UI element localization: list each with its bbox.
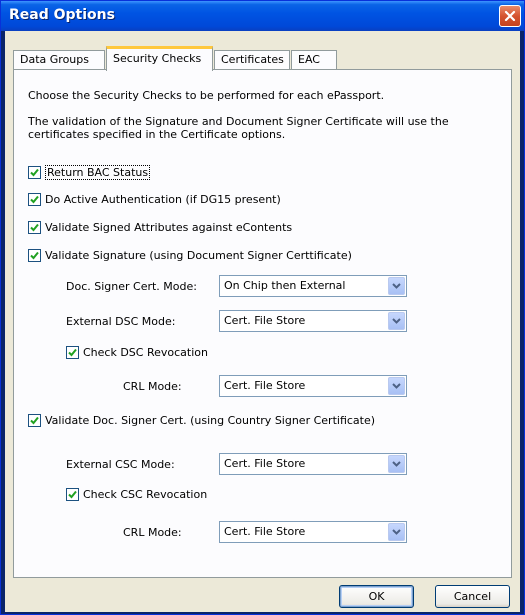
dropdown-button[interactable]: [388, 455, 405, 473]
close-icon: [504, 10, 516, 22]
security-checks-panel: Choose the Security Checks to be perform…: [13, 69, 512, 578]
checkmark-icon: [30, 416, 39, 425]
tab-label: Certificates: [221, 53, 284, 66]
select-value: Cert. File Store: [224, 457, 306, 470]
ok-button[interactable]: OK: [339, 585, 414, 608]
checkbox-label: Check CSC Revocation: [83, 488, 208, 501]
checkmark-icon: [68, 490, 77, 499]
check-dsc-revocation-checkbox[interactable]: Check DSC Revocation: [66, 346, 208, 359]
title-bar[interactable]: Read Options: [1, 1, 524, 31]
tab-label: Data Groups: [20, 53, 89, 66]
dsc-crl-mode-select[interactable]: Cert. File Store: [219, 375, 407, 397]
chevron-down-icon: [392, 461, 401, 467]
checkmark-icon: [30, 195, 39, 204]
checkbox-label: Do Active Authentication (if DG15 presen…: [45, 193, 281, 206]
external-dsc-mode-label: External DSC Mode:: [66, 315, 176, 328]
cancel-button[interactable]: Cancel: [435, 585, 510, 608]
chevron-down-icon: [392, 383, 401, 389]
dropdown-button[interactable]: [388, 277, 405, 295]
csc-crl-mode-label: CRL Mode:: [123, 526, 182, 539]
tab-security-checks[interactable]: Security Checks: [106, 46, 213, 71]
select-value: On Chip then External: [224, 279, 346, 292]
csc-crl-mode-select[interactable]: Cert. File Store: [219, 521, 407, 543]
checkmark-icon: [68, 348, 77, 357]
doc-signer-cert-mode-label: Doc. Signer Cert. Mode:: [66, 280, 197, 293]
checkbox-label: Check DSC Revocation: [83, 346, 208, 359]
checkbox-box[interactable]: [28, 221, 41, 234]
validate-doc-signer-cert-checkbox[interactable]: Validate Doc. Signer Cert. (using Countr…: [28, 414, 375, 427]
external-dsc-mode-select[interactable]: Cert. File Store: [219, 310, 407, 332]
checkbox-label: Return BAC Status: [45, 165, 151, 180]
window-title: Read Options: [9, 7, 115, 23]
external-csc-mode-select[interactable]: Cert. File Store: [219, 453, 407, 475]
dropdown-button[interactable]: [388, 377, 405, 395]
checkmark-icon: [30, 168, 39, 177]
checkmark-icon: [30, 251, 39, 260]
external-csc-mode-label: External CSC Mode:: [66, 458, 175, 471]
checkmark-icon: [30, 223, 39, 232]
checkbox-box[interactable]: [28, 193, 41, 206]
dropdown-button[interactable]: [388, 312, 405, 330]
checkbox-box[interactable]: [28, 249, 41, 262]
tab-label: Security Checks: [113, 52, 202, 65]
validate-signed-attributes-checkbox[interactable]: Validate Signed Attributes against eCont…: [28, 221, 292, 234]
doc-signer-cert-mode-select[interactable]: On Chip then External: [219, 275, 407, 297]
checkbox-box[interactable]: [28, 166, 41, 179]
tab-certificates[interactable]: Certificates: [214, 50, 290, 70]
active-authentication-checkbox[interactable]: Do Active Authentication (if DG15 presen…: [28, 193, 281, 206]
return-bac-status-checkbox[interactable]: Return BAC Status: [28, 165, 151, 180]
dialog-client-area: Data Groups Security Checks Certificates…: [5, 31, 520, 612]
tab-label: EAC: [298, 53, 320, 66]
checkbox-box[interactable]: [28, 414, 41, 427]
checkbox-label: Validate Signature (using Document Signe…: [45, 249, 352, 262]
intro-note-line1: The validation of the Signature and Docu…: [28, 115, 449, 128]
select-value: Cert. File Store: [224, 525, 306, 538]
select-value: Cert. File Store: [224, 379, 306, 392]
checkbox-box[interactable]: [66, 346, 79, 359]
select-value: Cert. File Store: [224, 314, 306, 327]
dsc-crl-mode-label: CRL Mode:: [123, 380, 182, 393]
chevron-down-icon: [392, 529, 401, 535]
close-button[interactable]: [499, 5, 521, 27]
read-options-dialog: Read Options Data Groups Security Checks…: [0, 0, 525, 615]
tab-eac[interactable]: EAC: [291, 50, 337, 70]
checkbox-label: Validate Signed Attributes against eCont…: [45, 221, 293, 234]
intro-text: Choose the Security Checks to be perform…: [28, 89, 385, 102]
checkbox-box[interactable]: [66, 488, 79, 501]
intro-note-line2: certificates specified in the Certificat…: [28, 128, 286, 141]
chevron-down-icon: [392, 318, 401, 324]
tab-data-groups[interactable]: Data Groups: [13, 50, 105, 70]
validate-signature-checkbox[interactable]: Validate Signature (using Document Signe…: [28, 249, 352, 262]
dropdown-button[interactable]: [388, 523, 405, 541]
check-csc-revocation-checkbox[interactable]: Check CSC Revocation: [66, 488, 207, 501]
chevron-down-icon: [392, 283, 401, 289]
checkbox-label: Validate Doc. Signer Cert. (using Countr…: [45, 414, 376, 427]
